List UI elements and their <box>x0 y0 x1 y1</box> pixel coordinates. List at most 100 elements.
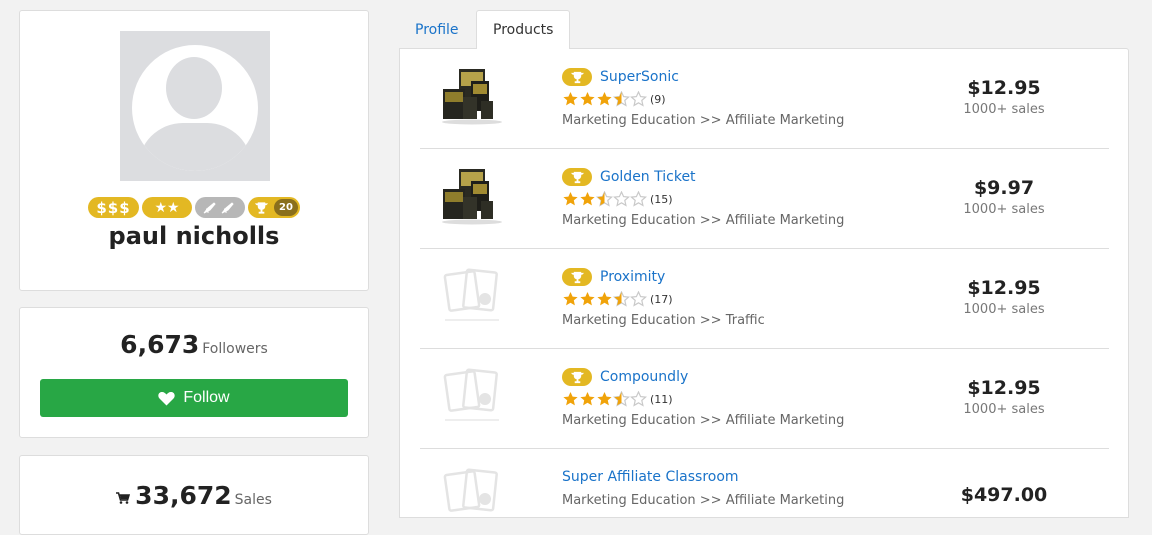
products-panel: SuperSonic (9) Marketing Education >> Affi… <box>399 48 1129 518</box>
follow-button[interactable]: Follow <box>40 379 348 417</box>
star-full-icon <box>597 292 612 306</box>
review-count: (9) <box>650 92 666 106</box>
product-category: Marketing Education >> Traffic <box>562 313 765 328</box>
star-full-icon <box>580 192 595 206</box>
product-row[interactable]: Compoundly (11) Marketing Education >> Aff… <box>420 349 1109 449</box>
trophy-badge <box>562 168 592 186</box>
product-title-link[interactable]: Proximity <box>600 269 665 285</box>
product-title-link[interactable]: SuperSonic <box>600 69 679 85</box>
tab-bar: Profile Products <box>399 10 1129 49</box>
product-sales: 1000+ sales <box>963 402 1045 417</box>
tab-products[interactable]: Products <box>476 10 571 49</box>
star-full-icon <box>563 392 578 406</box>
user-name: paul nicholls <box>108 222 280 250</box>
star-empty-icon <box>630 391 647 407</box>
profile-card: $$$ ★★ 20 paul nicholls <box>19 10 369 291</box>
star-half-icon <box>613 391 630 407</box>
trophy-badge <box>562 368 592 386</box>
product-price: $497.00 <box>960 484 1048 506</box>
product-sales: 1000+ sales <box>963 102 1045 117</box>
rocket-icon <box>203 201 234 213</box>
cart-icon <box>116 492 131 504</box>
no-image-placeholder <box>443 468 498 512</box>
price-box: $12.95 1000+ sales <box>949 377 1059 417</box>
product-row[interactable]: Super Affiliate Classroom Marketing Educa… <box>420 449 1109 517</box>
trophy-icon <box>570 371 584 383</box>
user-badges: $$$ ★★ 20 <box>20 197 368 218</box>
product-row[interactable]: Proximity (17) Marketing Education >> Traf… <box>420 249 1109 349</box>
trophy-badge <box>562 68 592 86</box>
product-info: Golden Ticket (15) Marketing Education >> … <box>562 167 844 228</box>
avatar <box>120 31 270 181</box>
star-empty-icon <box>630 291 647 307</box>
trophy-badge: 20 <box>248 197 300 218</box>
sales-label: Sales <box>234 492 272 508</box>
star-full-icon <box>580 92 595 106</box>
review-count: (17) <box>650 292 673 306</box>
price-box: $12.95 1000+ sales <box>949 77 1059 117</box>
trophy-count: 20 <box>274 199 298 216</box>
sales-count: 33,672 <box>135 481 232 510</box>
price-box: $497.00 <box>949 484 1059 506</box>
star-full-icon <box>563 92 578 106</box>
star-full-icon <box>580 292 595 306</box>
followers-count: 6,673 <box>120 330 200 359</box>
review-count: (15) <box>650 192 673 206</box>
price-box: $9.97 1000+ sales <box>949 177 1059 217</box>
product-price: $12.95 <box>967 77 1041 99</box>
product-image <box>442 169 502 225</box>
product-price: $12.95 <box>967 377 1041 399</box>
product-rating: (9) <box>562 90 844 108</box>
product-rating: (11) <box>562 390 844 408</box>
star-half-icon <box>613 91 630 107</box>
star-full-icon <box>563 292 578 306</box>
star-empty-icon <box>630 91 647 107</box>
product-image <box>442 69 502 125</box>
star-empty-icon <box>613 191 630 207</box>
product-price: $12.95 <box>967 277 1041 299</box>
profile-sidebar: $$$ ★★ 20 paul nicholls 6,673Followers <box>19 10 369 535</box>
no-image-placeholder <box>443 268 499 321</box>
product-info: Proximity (17) Marketing Education >> Traf… <box>562 267 765 328</box>
product-row[interactable]: SuperSonic (9) Marketing Education >> Affi… <box>420 49 1109 149</box>
product-title-link[interactable]: Compoundly <box>600 369 688 385</box>
trophy-icon <box>570 271 584 283</box>
product-category: Marketing Education >> Affiliate Marketi… <box>562 213 845 228</box>
star-full-icon <box>597 392 612 406</box>
price-box: $12.95 1000+ sales <box>949 277 1059 317</box>
product-rating: (15) <box>562 190 844 208</box>
trophy-icon <box>570 71 584 83</box>
product-category: Marketing Education >> Affiliate Marketi… <box>562 493 845 508</box>
sales-card: 33,672 Sales <box>19 455 369 535</box>
star-half-icon <box>613 291 630 307</box>
sales-stat: 33,672 Sales <box>20 481 368 510</box>
product-category: Marketing Education >> Affiliate Marketi… <box>562 113 845 128</box>
product-rating: (17) <box>562 290 765 308</box>
followers-card: 6,673 Followers Follow <box>19 307 369 438</box>
product-info: Super Affiliate Classroom Marketing Educa… <box>562 467 844 508</box>
star-half-icon <box>596 191 613 207</box>
followers-label: Followers <box>202 341 268 357</box>
avatar-placeholder-icon <box>132 45 258 171</box>
review-count: (11) <box>650 392 673 406</box>
product-row[interactable]: Golden Ticket (15) Marketing Education >> … <box>420 149 1109 249</box>
star-full-icon <box>597 92 612 106</box>
product-sales: 1000+ sales <box>963 302 1045 317</box>
product-info: Compoundly (11) Marketing Education >> Aff… <box>562 367 844 428</box>
rocket-badge <box>195 197 245 218</box>
product-price: $9.97 <box>973 177 1035 199</box>
tab-profile[interactable]: Profile <box>399 10 475 49</box>
star-full-icon <box>563 192 578 206</box>
trophy-icon <box>254 201 269 214</box>
product-category: Marketing Education >> Affiliate Marketi… <box>562 413 845 428</box>
followers-stat: 6,673 Followers <box>20 330 368 359</box>
product-title-link[interactable]: Golden Ticket <box>600 169 696 185</box>
product-title-link[interactable]: Super Affiliate Classroom <box>562 469 739 485</box>
trophy-badge <box>562 268 592 286</box>
stars-badge: ★★ <box>142 197 192 218</box>
product-info: SuperSonic (9) Marketing Education >> Affi… <box>562 67 844 128</box>
heart-icon <box>158 391 176 405</box>
trophy-icon <box>570 171 584 183</box>
star-full-icon <box>580 392 595 406</box>
follow-button-label: Follow <box>183 389 230 406</box>
